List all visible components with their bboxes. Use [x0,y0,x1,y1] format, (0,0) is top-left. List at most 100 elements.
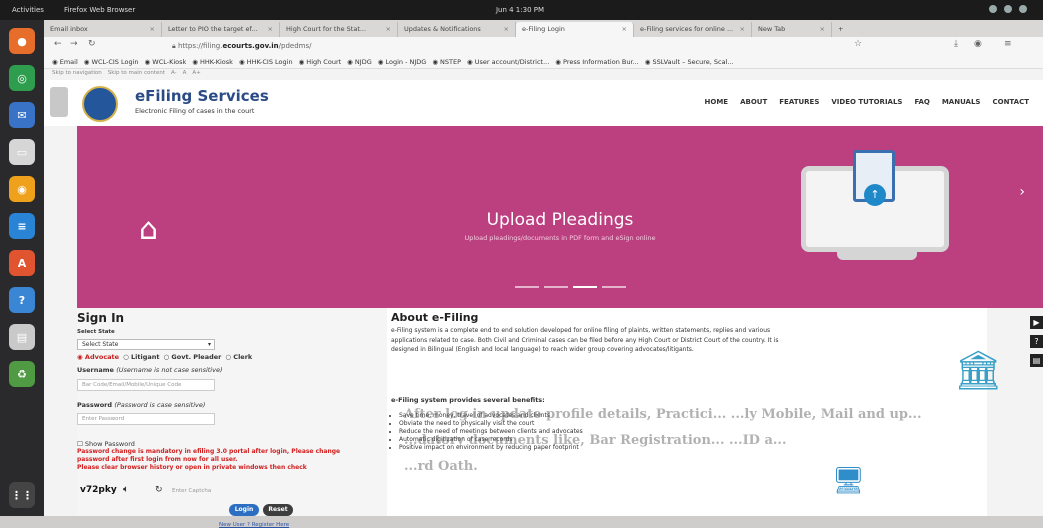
side-widget-buttons: ▶ ? ▤ [1030,316,1043,367]
bookmark-item[interactable]: ◉ Press Information Bur... [555,55,638,68]
power-icon [1019,5,1027,13]
show-password-checkbox[interactable]: ☐ Show Password [77,440,135,448]
bookmark-item[interactable]: ◉ SSLVault – Secure, Scal... [645,55,734,68]
close-icon[interactable]: × [622,22,627,37]
bookmark-item[interactable]: ◉ High Court [299,55,342,68]
slide-dot[interactable] [544,286,568,288]
back-icon[interactable]: ← [54,39,62,49]
menu-item[interactable]: HOME [705,98,729,106]
show-apps-icon[interactable]: ⋮⋮ [9,482,35,508]
software-icon[interactable]: A [9,250,35,276]
role-radio[interactable]: ○ Litigant [123,353,159,361]
slide-dot[interactable] [515,286,539,288]
username-label-text: Username [77,366,114,374]
viewer-icon[interactable]: ▤ [9,324,35,350]
bookmark-item[interactable]: ◉ Email [52,55,78,68]
skip-link[interactable]: A- [171,70,177,76]
bookmark-item[interactable]: ◉ NSTEP [432,55,461,68]
role-radio[interactable]: ○ Govt. Pleader [164,353,222,361]
browser-tab[interactable]: Updates & Notifications × [398,22,516,37]
browser-tab[interactable]: e-Filing Login × [516,22,634,37]
about-heading: About e-Filing [391,311,479,324]
tab-label: Letter to PIO the target ef... [168,25,258,33]
dock: ● ◎ ✉ ▭ ◉ ≡ A? ▤ ♻ ⋮⋮ [0,20,44,516]
bookmark-item[interactable]: ◉ WCL-CIS Login [84,55,139,68]
menu-icon[interactable]: ≡ [1004,39,1012,49]
warning-line-2: password after first login from now for … [77,456,238,463]
close-icon[interactable]: × [268,22,273,37]
browser-tab[interactable]: New Tab × [752,22,832,37]
role-radio[interactable]: ◉ Advocate [77,353,119,361]
clock[interactable]: Jun 4 1:30 PM [490,0,550,20]
app-menu[interactable]: Firefox Web Browser [64,0,135,20]
captcha-input[interactable]: Enter Captcha [172,485,252,497]
firefox-icon[interactable]: ● [9,28,35,54]
sign-in-panel: Sign In Select State Select State ▾ ◉ Adv… [77,308,387,528]
browser-tab[interactable]: e-Filing services for online ... × [634,22,752,37]
bookmark-item[interactable]: ◉ HHK-CIS Login [239,55,293,68]
skip-link[interactable]: Skip to navigation [52,70,102,76]
skip-link[interactable]: A [183,70,187,76]
close-icon[interactable]: × [386,22,391,37]
writer-icon[interactable]: ≡ [9,213,35,239]
role-radio[interactable]: ○ Clerk [225,353,252,361]
next-slide-icon[interactable]: › [1019,184,1025,200]
close-icon[interactable]: × [740,22,745,37]
url-bar[interactable]: 🔒︎ https://filing.ecourts.gov.in/pdedms/ [172,40,812,52]
audio-captcha-icon[interactable]: 🔈︎ [123,484,129,495]
activities-button[interactable]: Activities [12,0,44,20]
menu-item[interactable]: CONTACT [992,98,1029,106]
reload-icon[interactable]: ↻ [88,39,96,49]
help-icon[interactable]: ? [1030,335,1043,348]
downloads-icon[interactable]: ⤓ [954,39,958,49]
menu-item[interactable]: ABOUT [740,98,767,106]
reset-button[interactable]: Reset [263,504,293,516]
password-label: Password (Password is case sensitive) [77,401,205,409]
new-tab-button[interactable]: + [832,22,849,37]
login-button[interactable]: Login [229,504,259,516]
system-tray[interactable] [989,5,1027,13]
bookmark-item[interactable]: ◉ User account/District... [467,55,549,68]
register-link[interactable]: New User ? Register Here [219,522,289,528]
close-icon[interactable]: × [150,22,155,37]
help-icon[interactable]: ? [9,287,35,313]
password-hint: (Password is case sensitive) [114,401,206,409]
close-icon[interactable]: × [820,22,825,37]
thunderbird-icon[interactable]: ✉ [9,102,35,128]
menu-item[interactable]: VIDEO TUTORIALS [831,98,902,106]
browser-tab[interactable]: Email inbox × [44,22,162,37]
rhythmbox-icon[interactable]: ◉ [9,176,35,202]
bookmark-item[interactable]: ◉ HHK-Kiosk [192,55,233,68]
account-icon[interactable]: ◉ [974,39,982,49]
bookmark-item[interactable]: ◉ NJDG [347,55,372,68]
bookmark-item[interactable]: ◉ WCL-Kiosk [145,55,187,68]
tab-label: e-Filing Login [522,25,565,33]
username-input[interactable]: Bar Code/Email/Mobile/Unique Code [77,379,215,391]
forward-icon[interactable]: → [70,39,78,49]
chevron-down-icon: ▾ [207,341,211,348]
play-icon[interactable]: ▶ [1030,316,1043,329]
bookmark-item[interactable]: ◉ Login - NJDG [378,55,427,68]
browser-tab[interactable]: High Court for the Stat... × [280,22,398,37]
menu-item[interactable]: FAQ [914,98,929,106]
browser-tab[interactable]: Letter to PIO the target ef... × [162,22,280,37]
close-icon[interactable]: × [504,22,509,37]
trash-icon[interactable]: ♻ [9,361,35,387]
skip-link[interactable]: Skip to main content [108,70,165,76]
password-input[interactable]: Enter Password [77,413,215,425]
tab-label: e-Filing services for online ... [640,25,734,33]
chrome-icon[interactable]: ◎ [9,65,35,91]
skip-links: Skip to navigation Skip to main content A-… [52,70,201,76]
files-icon[interactable]: ▭ [9,139,35,165]
slide-dot[interactable] [573,286,597,288]
pdf-icon[interactable]: ▤ [1030,354,1043,367]
site-title[interactable]: eFiling Services [135,87,269,105]
skip-link[interactable]: A+ [192,70,200,76]
bookmark-star-icon[interactable]: ☆ [854,39,862,49]
refresh-captcha-icon[interactable]: ↻ [155,485,163,495]
state-select[interactable]: Select State ▾ [77,339,215,350]
network-icon [989,5,997,13]
menu-item[interactable]: FEATURES [779,98,819,106]
menu-item[interactable]: MANUALS [942,98,981,106]
slide-dot[interactable] [602,286,626,288]
